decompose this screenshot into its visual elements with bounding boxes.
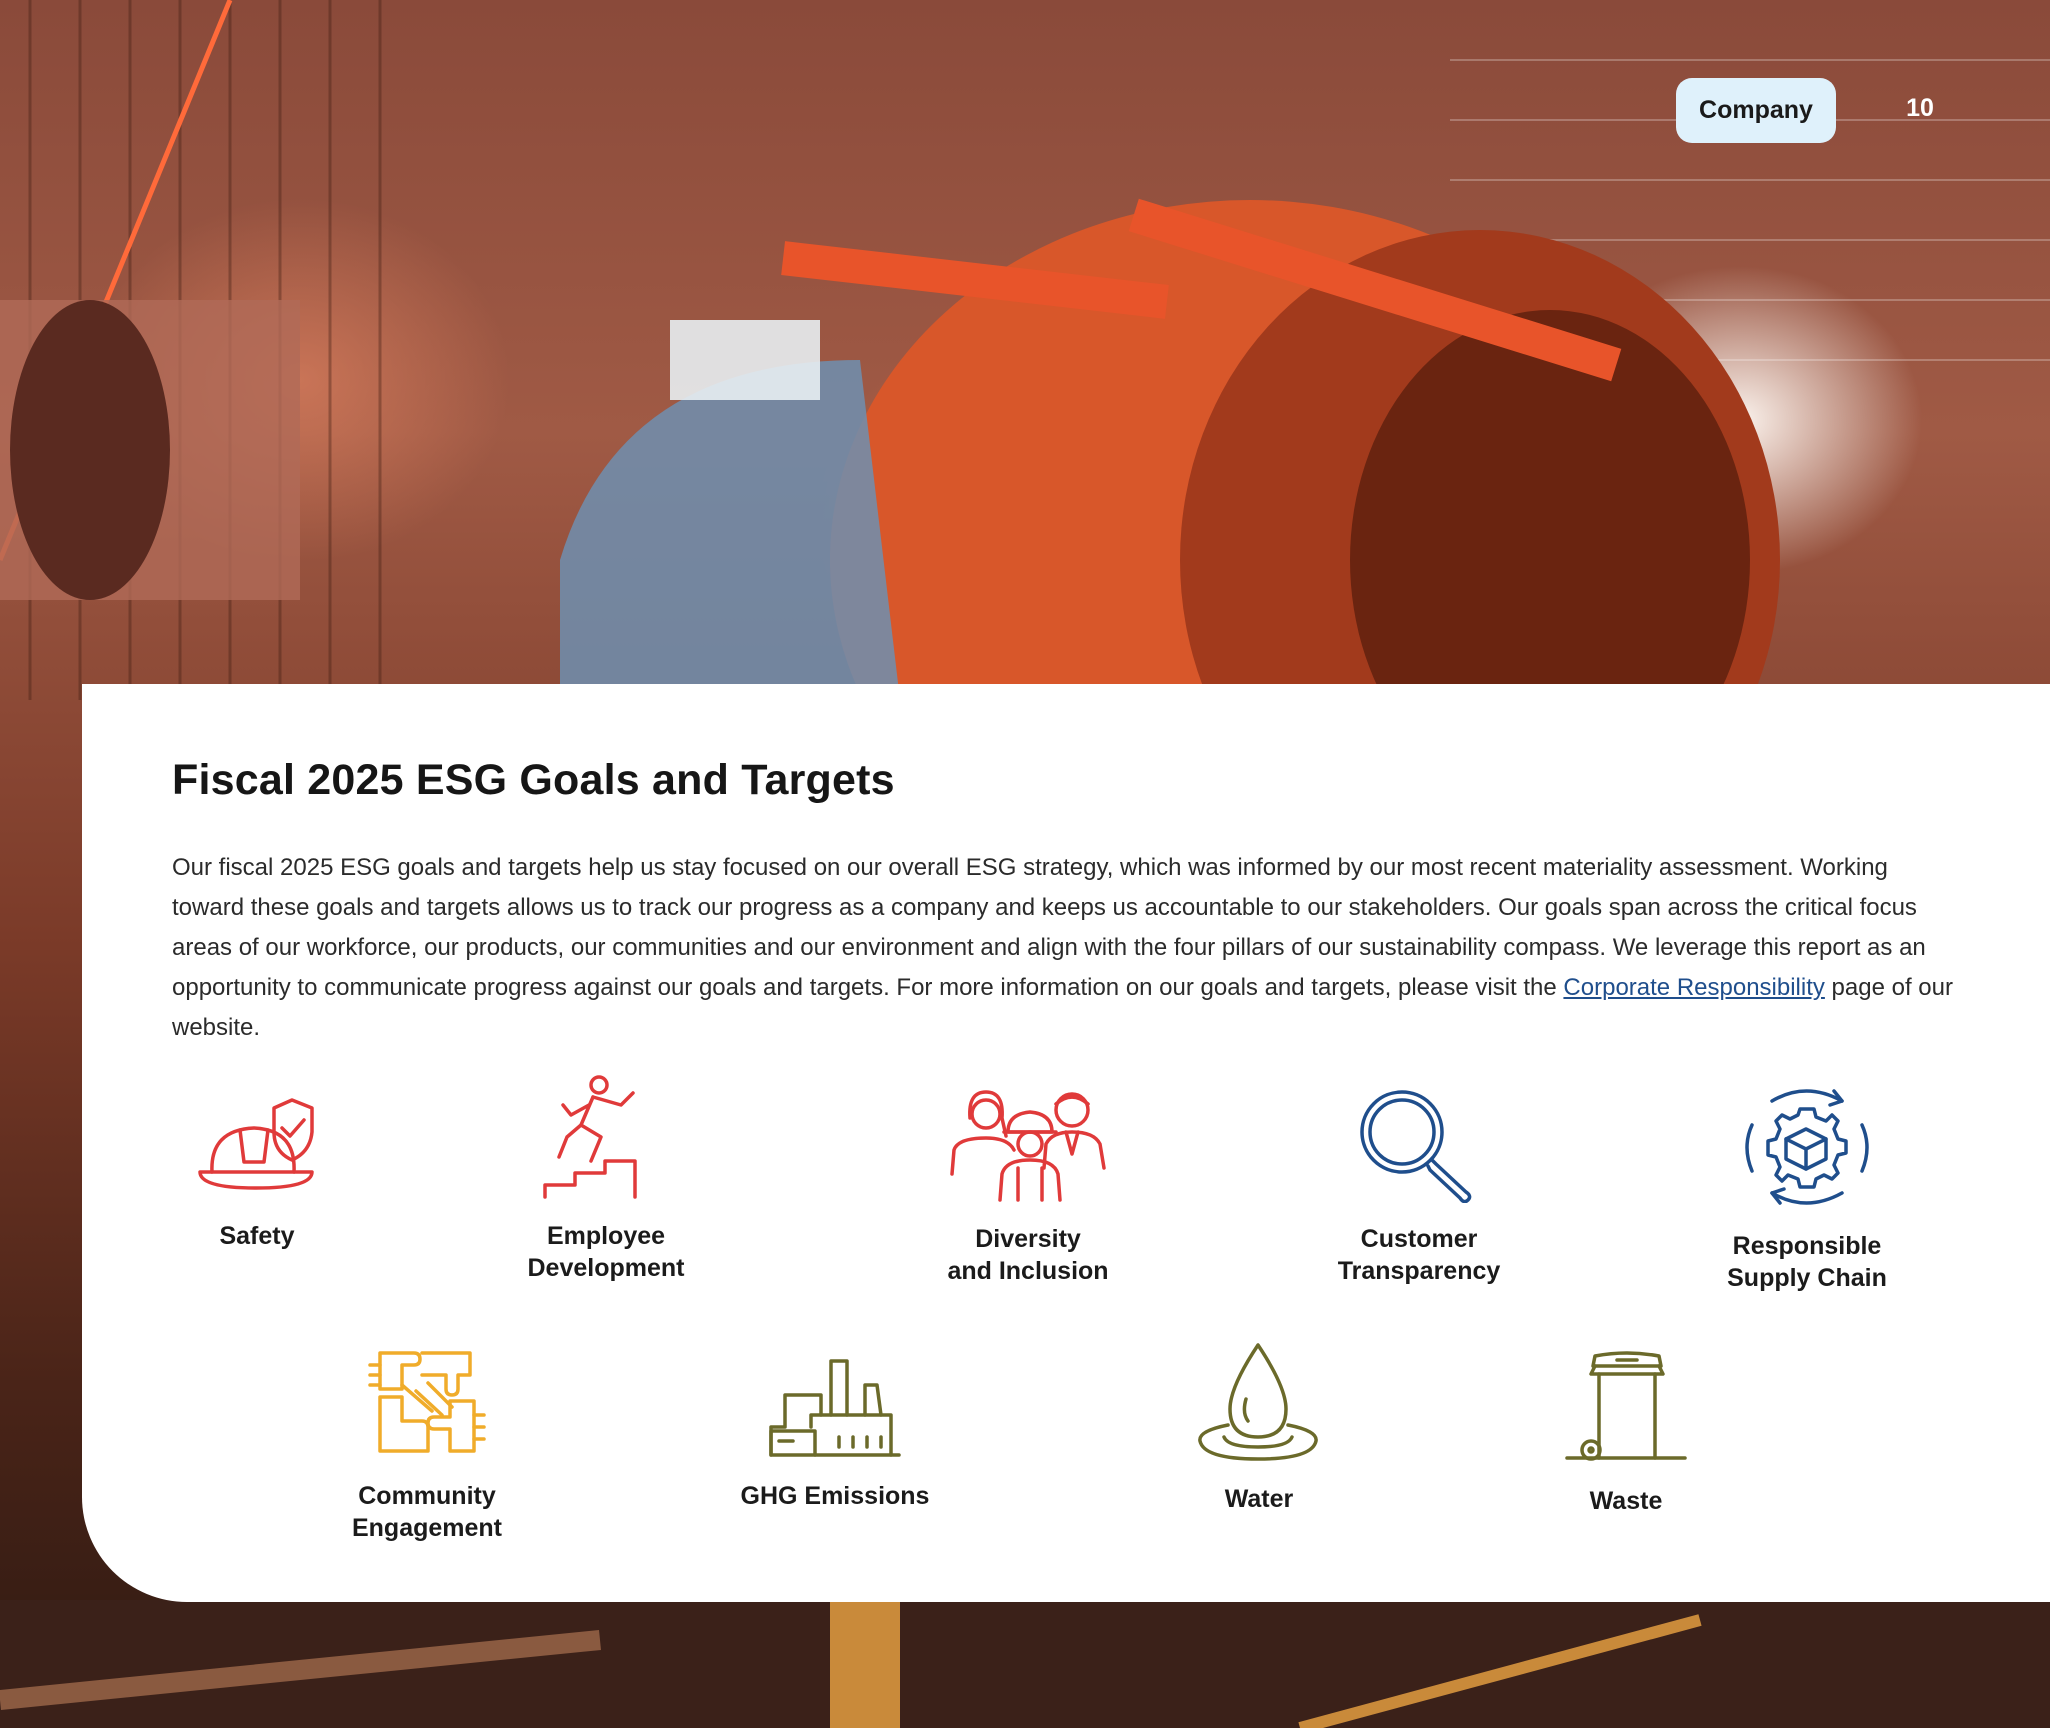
goal-label: GHG Emissions	[740, 1482, 930, 1510]
goal-ghg-emissions: GHG Emissions	[705, 1355, 965, 1512]
goal-label: Responsible Supply Chain	[1727, 1232, 1887, 1292]
page-title: Fiscal 2025 ESG Goals and Targets	[172, 756, 895, 804]
goal-employee-development: Employee Development	[476, 1075, 736, 1284]
goal-label: Diversity and Inclusion	[947, 1225, 1109, 1285]
page-number: 10	[1906, 94, 1934, 122]
corporate-responsibility-link[interactable]: Corporate Responsibility	[1563, 974, 1824, 1001]
goal-water: Water	[1129, 1343, 1389, 1515]
intro-paragraph: Our fiscal 2025 ESG goals and targets he…	[172, 848, 1962, 1048]
section-tab-label: Company	[1699, 96, 1813, 124]
goal-label: Waste	[1589, 1487, 1663, 1515]
goal-diversity-and-inclusion: Diversity and Inclusion	[898, 1088, 1158, 1287]
runner-stairs-icon	[543, 1075, 637, 1199]
goal-label: Safety	[219, 1222, 295, 1250]
waste-bin-icon	[1565, 1351, 1687, 1461]
goal-label: Community Engagement	[351, 1482, 503, 1542]
gear-cube-cycle-icon	[1745, 1089, 1869, 1205]
goal-customer-transparency: Customer Transparency	[1289, 1088, 1549, 1287]
factory-icon	[769, 1359, 901, 1457]
water-drop-icon	[1198, 1343, 1318, 1461]
hardhat-shield-icon	[198, 1098, 314, 1190]
joined-hands-icon	[368, 1351, 486, 1453]
goal-safety: Safety	[127, 1090, 387, 1252]
goal-community-engagement: Community Engagement	[297, 1345, 557, 1544]
goal-label: Employee Development	[527, 1222, 685, 1282]
goal-label: Water	[1224, 1485, 1294, 1513]
goal-waste: Waste	[1496, 1350, 1756, 1517]
goal-label: Customer Transparency	[1337, 1225, 1501, 1285]
magnifier-icon	[1360, 1090, 1472, 1203]
goal-responsible-supply-chain: Responsible Supply Chain	[1677, 1085, 1937, 1294]
diverse-people-icon	[950, 1090, 1106, 1202]
section-tab-company[interactable]: Company	[1676, 78, 1836, 143]
